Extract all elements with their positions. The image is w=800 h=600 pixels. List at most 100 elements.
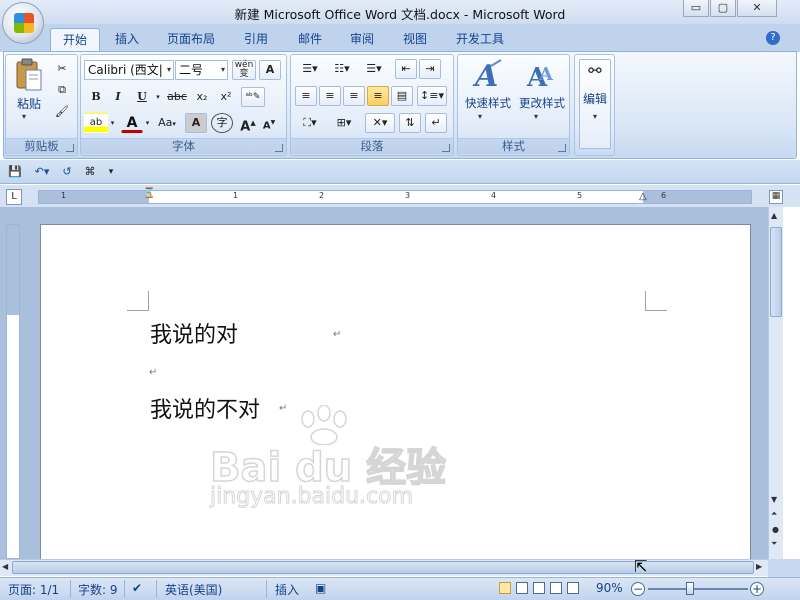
undo-icon[interactable]: ↶▾ [28, 162, 56, 182]
language-indicator[interactable]: 英语(美国) [165, 581, 222, 598]
font-launcher-icon[interactable] [275, 144, 283, 152]
save-icon[interactable]: 💾 [6, 162, 24, 182]
font-case-button[interactable]: Aa▾ [154, 113, 180, 133]
format-painter-icon[interactable]: 🖌 [52, 102, 72, 122]
italic-button[interactable]: I [108, 87, 128, 107]
align-right-icon[interactable]: ≡ [343, 86, 365, 106]
page-count[interactable]: 页面: 1/1 [8, 581, 59, 598]
paragraph-launcher-icon[interactable] [442, 144, 450, 152]
character-shading-button[interactable]: A [185, 113, 207, 133]
horizontal-scrollbar[interactable]: ◀ ▶ [0, 559, 768, 576]
tab-home[interactable]: 开始 [50, 28, 101, 52]
underline-button[interactable]: U [131, 87, 153, 107]
print-layout-view-icon[interactable] [499, 582, 511, 594]
vertical-scrollbar[interactable]: ▲ ▼ ⏶ ● ⏷ [768, 207, 783, 559]
phonetic-guide-button[interactable]: wén 变 [232, 60, 256, 80]
format-icon[interactable]: ⌘ [80, 162, 100, 182]
full-screen-reading-icon[interactable] [516, 582, 528, 594]
close-button[interactable]: ✕ [737, 0, 777, 17]
numbering-icon[interactable]: ☷▾ [327, 59, 357, 79]
highlight-color-icon[interactable]: ab [84, 113, 108, 133]
macro-record-icon[interactable]: ▣ [315, 581, 326, 595]
align-center-icon[interactable]: ≡ [319, 86, 341, 106]
borders-icon[interactable]: ⊞▾ [329, 113, 359, 133]
window-title: 新建 Microsoft Office Word 文档.docx - Micro… [234, 7, 566, 22]
change-case-icon[interactable]: ᵃᵇ✎ [241, 87, 265, 107]
customize-qat-icon[interactable]: ▾ [104, 162, 118, 182]
bold-button[interactable]: B [86, 87, 106, 107]
strikethrough-button[interactable]: abc [165, 87, 189, 107]
horizontal-ruler[interactable]: 1 2 1 2 3 4 5 6 ⌛ △ [38, 188, 752, 204]
insert-mode[interactable]: 插入 [275, 581, 299, 598]
superscript-button[interactable]: x² [215, 87, 237, 107]
outline-view-icon[interactable] [550, 582, 562, 594]
tab-developer[interactable]: 开发工具 [444, 28, 516, 52]
show-marks-icon[interactable]: ↵ [425, 113, 447, 133]
zoom-level[interactable]: 90% [596, 581, 623, 595]
previous-page-icon[interactable]: ⏶ [771, 509, 777, 519]
first-line-indent-icon[interactable]: ⌛ [143, 188, 155, 199]
help-icon[interactable]: ? [766, 31, 780, 45]
scroll-right-icon[interactable]: ▶ [756, 562, 762, 571]
redo-icon[interactable]: ↺ [58, 162, 76, 182]
word-count[interactable]: 字数: 9 [78, 581, 118, 598]
document-line-1[interactable]: 我说的对 [150, 317, 238, 349]
line-spacing-icon[interactable]: ↕≡▾ [417, 86, 447, 106]
tab-view[interactable]: 视图 [391, 28, 439, 52]
tab-review[interactable]: 审阅 [338, 28, 386, 52]
tab-references[interactable]: 引用 [232, 28, 280, 52]
scroll-up-icon[interactable]: ▲ [771, 211, 777, 220]
font-color-dropdown-icon[interactable]: ▾ [143, 113, 152, 133]
editing-button[interactable]: ⚯ 编辑 ▾ [579, 59, 611, 149]
justify-icon[interactable]: ≡ [367, 86, 389, 106]
font-name-combo[interactable]: Calibri (西文| ▾ [84, 60, 174, 80]
web-layout-icon[interactable] [533, 582, 545, 594]
office-button[interactable] [2, 2, 44, 44]
font-size-combo[interactable]: 二号 ▾ [175, 60, 228, 80]
shrink-font-button[interactable]: A▼ [259, 113, 279, 133]
browse-object-icon[interactable]: ● [772, 525, 779, 534]
zoom-slider-track[interactable] [648, 588, 748, 590]
enclose-characters-button[interactable]: 字 [211, 113, 233, 133]
vertical-scroll-thumb[interactable] [770, 227, 782, 317]
tab-mailings[interactable]: 邮件 [286, 28, 334, 52]
distributed-icon[interactable]: ▤ [391, 86, 413, 106]
tab-insert[interactable]: 插入 [103, 28, 151, 52]
tab-stop-selector-icon[interactable]: L [6, 189, 22, 205]
scroll-down-icon[interactable]: ▼ [771, 495, 777, 504]
zoom-in-icon[interactable]: + [750, 582, 764, 596]
scroll-left-icon[interactable]: ◀ [2, 562, 8, 571]
sort-icon[interactable]: ⇅ [399, 113, 421, 133]
subscript-button[interactable]: x₂ [191, 87, 213, 107]
highlight-dropdown-icon[interactable]: ▾ [108, 113, 117, 133]
font-color-icon[interactable]: A [121, 113, 143, 133]
styles-launcher-icon[interactable] [558, 144, 566, 152]
decrease-indent-icon[interactable]: ⇤ [395, 59, 417, 79]
align-left-icon[interactable]: ≡ [295, 86, 317, 106]
underline-dropdown-icon[interactable]: ▾ [153, 87, 163, 107]
bullets-icon[interactable]: ☰▾ [295, 59, 325, 79]
proofing-icon[interactable]: ✔ [132, 581, 142, 595]
paste-dropdown-arrow[interactable]: ▾ [22, 112, 26, 121]
multilevel-list-icon[interactable]: ☰▾ [359, 59, 389, 79]
minimize-button[interactable]: ▭ [683, 0, 709, 17]
clear-format-button[interactable]: A [259, 60, 281, 80]
right-indent-icon[interactable]: △ [639, 191, 647, 202]
draft-view-icon[interactable] [567, 582, 579, 594]
shading-icon[interactable]: ⛶▾ [295, 113, 325, 133]
cut-icon[interactable]: ✂ [52, 59, 72, 79]
copy-icon[interactable]: ⧉ [52, 80, 72, 100]
clipboard-launcher-icon[interactable] [66, 144, 74, 152]
quick-styles-dropdown-icon[interactable]: ▾ [478, 112, 482, 121]
next-page-icon[interactable]: ⏷ [771, 539, 777, 549]
grow-font-button[interactable]: A▲ [238, 113, 258, 134]
zoom-out-icon[interactable]: − [631, 582, 645, 596]
tab-page-layout[interactable]: 页面布局 [155, 28, 227, 52]
restore-button[interactable]: ▢ [710, 0, 736, 17]
chinese-layout-icon[interactable]: ✕▾ [365, 113, 395, 133]
view-ruler-icon[interactable]: ▦ [769, 190, 783, 204]
increase-indent-icon[interactable]: ⇥ [419, 59, 441, 79]
zoom-slider-thumb[interactable] [686, 582, 694, 595]
change-styles-dropdown-icon[interactable]: ▾ [534, 112, 538, 121]
vertical-ruler[interactable] [6, 224, 20, 559]
